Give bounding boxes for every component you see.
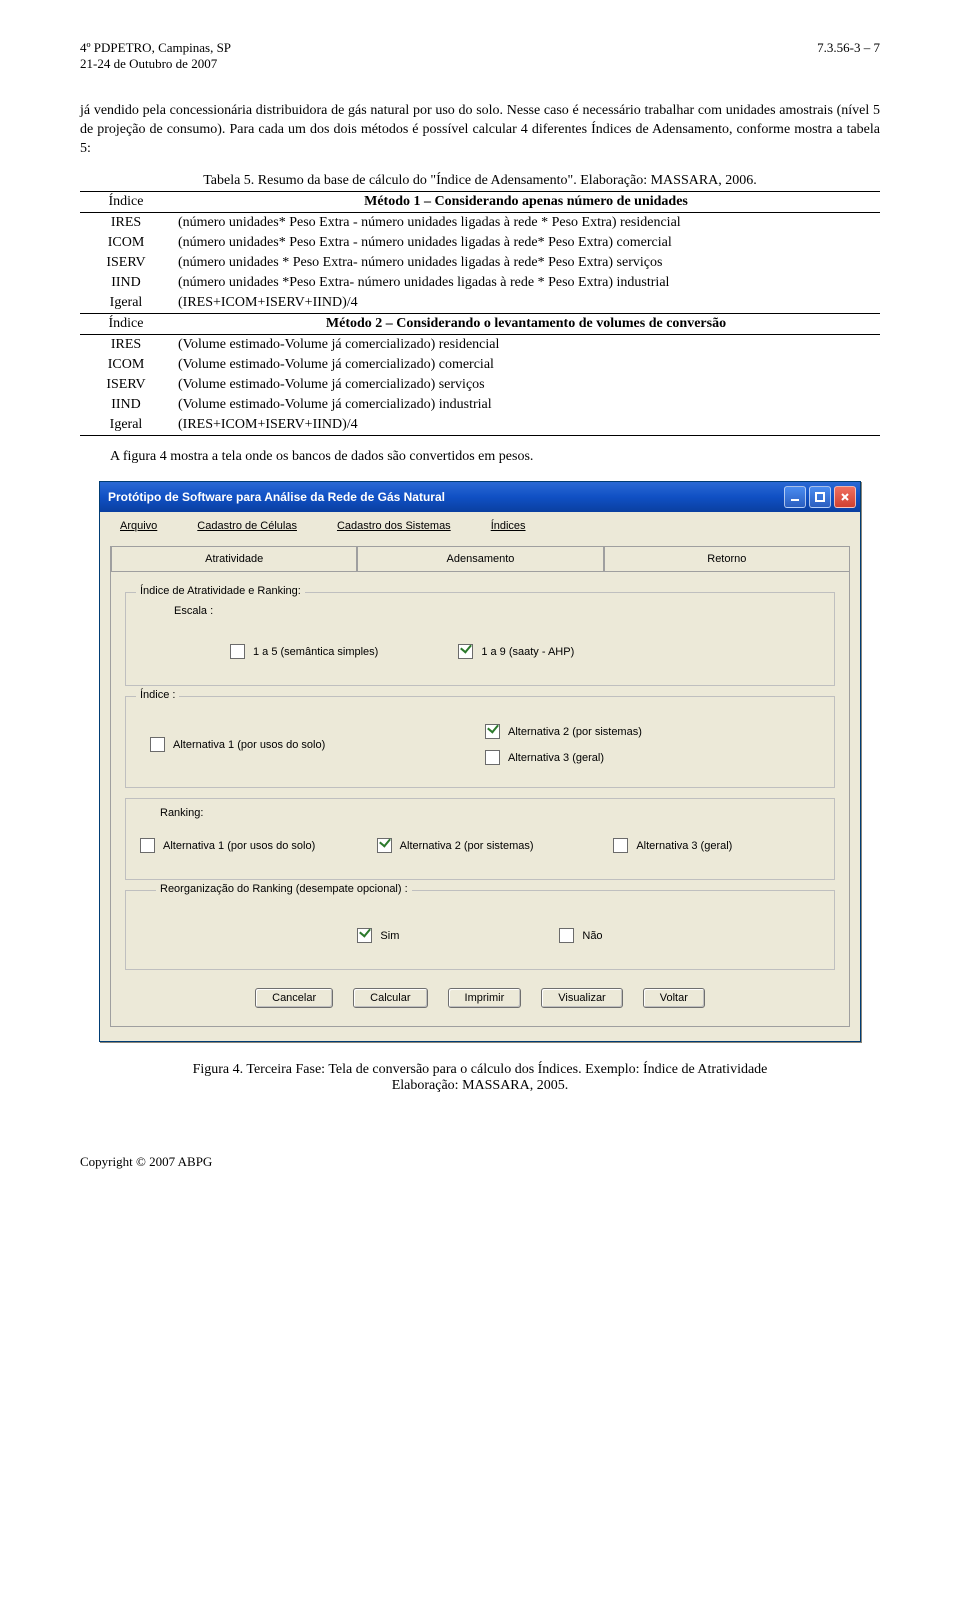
reorg-group-label: Reorganização do Ranking (desempate opci…	[156, 883, 412, 895]
paragraph-2: A figura 4 mostra a tela onde os bancos …	[80, 448, 880, 467]
table-row: ISERV	[80, 253, 172, 273]
group-main-label: Índice de Atratividade e Ranking:	[136, 585, 305, 597]
figure4-caption-line2: Elaboração: MASSARA, 2005.	[80, 1078, 880, 1094]
tab-atratividade[interactable]: Atratividade	[112, 547, 357, 571]
table-row: Igeral	[80, 293, 172, 314]
window-title: Protótipo de Software para Análise da Re…	[108, 490, 445, 504]
t5-h2-idx: Índice	[80, 313, 172, 334]
app-window: Protótipo de Software para Análise da Re…	[99, 481, 861, 1042]
reorg-nao-label: Não	[582, 930, 602, 942]
table-row: IRES	[80, 334, 172, 355]
cancelar-button[interactable]: Cancelar	[255, 988, 333, 1008]
table-row: (Volume estimado-Volume já comercializad…	[172, 395, 880, 415]
titlebar[interactable]: Protótipo de Software para Análise da Re…	[100, 482, 860, 512]
table-row: ISERV	[80, 375, 172, 395]
escala-opt1-label: 1 a 5 (semântica simples)	[253, 646, 378, 658]
ranking-alt2-label: Alternativa 2 (por sistemas)	[400, 840, 534, 852]
table-row: (Volume estimado-Volume já comercializad…	[172, 355, 880, 375]
ranking-group-label: Ranking:	[156, 807, 207, 819]
table-row: (número unidades* Peso Extra - número un…	[172, 212, 880, 233]
tab-row: Atratividade Adensamento Retorno	[110, 546, 850, 571]
table-row: IIND	[80, 395, 172, 415]
table-row: IIND	[80, 273, 172, 293]
maximize-icon[interactable]	[809, 486, 831, 508]
table-row: (número unidades* Peso Extra - número un…	[172, 233, 880, 253]
reorg-nao-checkbox[interactable]	[559, 928, 574, 943]
button-row: Cancelar Calcular Imprimir Visualizar Vo…	[125, 988, 835, 1008]
table-row: (Volume estimado-Volume já comercializad…	[172, 375, 880, 395]
imprimir-button[interactable]: Imprimir	[448, 988, 522, 1008]
menu-indices[interactable]: Índices	[491, 520, 526, 532]
minimize-icon[interactable]	[784, 486, 806, 508]
table-row: (número unidades * Peso Extra- número un…	[172, 253, 880, 273]
table-row: Igeral	[80, 415, 172, 436]
tab-retorno[interactable]: Retorno	[605, 547, 849, 571]
ranking-alt3-label: Alternativa 3 (geral)	[636, 840, 732, 852]
footer-copyright: Copyright © 2007 ABPG	[80, 1154, 880, 1170]
indice-alt3-label: Alternativa 3 (geral)	[508, 752, 604, 764]
t5-h1-idx: Índice	[80, 191, 172, 212]
table-row: ICOM	[80, 355, 172, 375]
indice-alt1-label: Alternativa 1 (por usos do solo)	[173, 739, 325, 751]
ranking-alt2-checkbox[interactable]	[377, 838, 392, 853]
table-row: (IRES+ICOM+ISERV+IIND)/4	[172, 415, 880, 436]
header-right: 7.3.56-3 – 7	[817, 40, 880, 72]
figure4-caption-line1: Figura 4. Terceira Fase: Tela de convers…	[80, 1062, 880, 1078]
menu-cadastro-sistemas[interactable]: Cadastro dos Sistemas	[337, 520, 451, 532]
t5-h2-method: Método 2 – Considerando o levantamento d…	[172, 313, 880, 334]
reorg-sim-checkbox[interactable]	[357, 928, 372, 943]
menubar: Arquivo Cadastro de Células Cadastro dos…	[100, 512, 860, 536]
ranking-alt1-label: Alternativa 1 (por usos do solo)	[163, 840, 315, 852]
indice-alt2-checkbox[interactable]	[485, 724, 500, 739]
table-row: IRES	[80, 212, 172, 233]
table5-caption: Tabela 5. Resumo da base de cálculo do "…	[80, 173, 880, 189]
ranking-alt1-checkbox[interactable]	[140, 838, 155, 853]
table-row: (número unidades *Peso Extra- número uni…	[172, 273, 880, 293]
indice-alt1-checkbox[interactable]	[150, 737, 165, 752]
reorg-sim-label: Sim	[380, 930, 399, 942]
header-left-line2: 21-24 de Outubro de 2007	[80, 56, 231, 72]
voltar-button[interactable]: Voltar	[643, 988, 705, 1008]
escala-opt1-checkbox[interactable]	[230, 644, 245, 659]
escala-label: Escala :	[170, 605, 217, 617]
indice-alt2-label: Alternativa 2 (por sistemas)	[508, 726, 642, 738]
calcular-button[interactable]: Calcular	[353, 988, 427, 1008]
close-icon[interactable]	[834, 486, 856, 508]
header-left-line1: 4º PDPETRO, Campinas, SP	[80, 40, 231, 56]
page-header: 4º PDPETRO, Campinas, SP 21-24 de Outubr…	[80, 40, 880, 72]
tab-adensamento[interactable]: Adensamento	[358, 547, 603, 571]
indice-alt3-checkbox[interactable]	[485, 750, 500, 765]
table-row: ICOM	[80, 233, 172, 253]
paragraph-1: já vendido pela concessionária distribui…	[80, 102, 880, 159]
escala-opt2-label: 1 a 9 (saaty - AHP)	[481, 646, 574, 658]
visualizar-button[interactable]: Visualizar	[541, 988, 623, 1008]
menu-arquivo[interactable]: Arquivo	[120, 520, 157, 532]
table-row: (IRES+ICOM+ISERV+IIND)/4	[172, 293, 880, 314]
t5-h1-method: Método 1 – Considerando apenas número de…	[172, 191, 880, 212]
table-row: (Volume estimado-Volume já comercializad…	[172, 334, 880, 355]
indice-group-label: Índice :	[136, 689, 179, 701]
table-5: Índice Método 1 – Considerando apenas nú…	[80, 191, 880, 436]
ranking-alt3-checkbox[interactable]	[613, 838, 628, 853]
menu-cadastro-celulas[interactable]: Cadastro de Células	[197, 520, 297, 532]
escala-opt2-checkbox[interactable]	[458, 644, 473, 659]
